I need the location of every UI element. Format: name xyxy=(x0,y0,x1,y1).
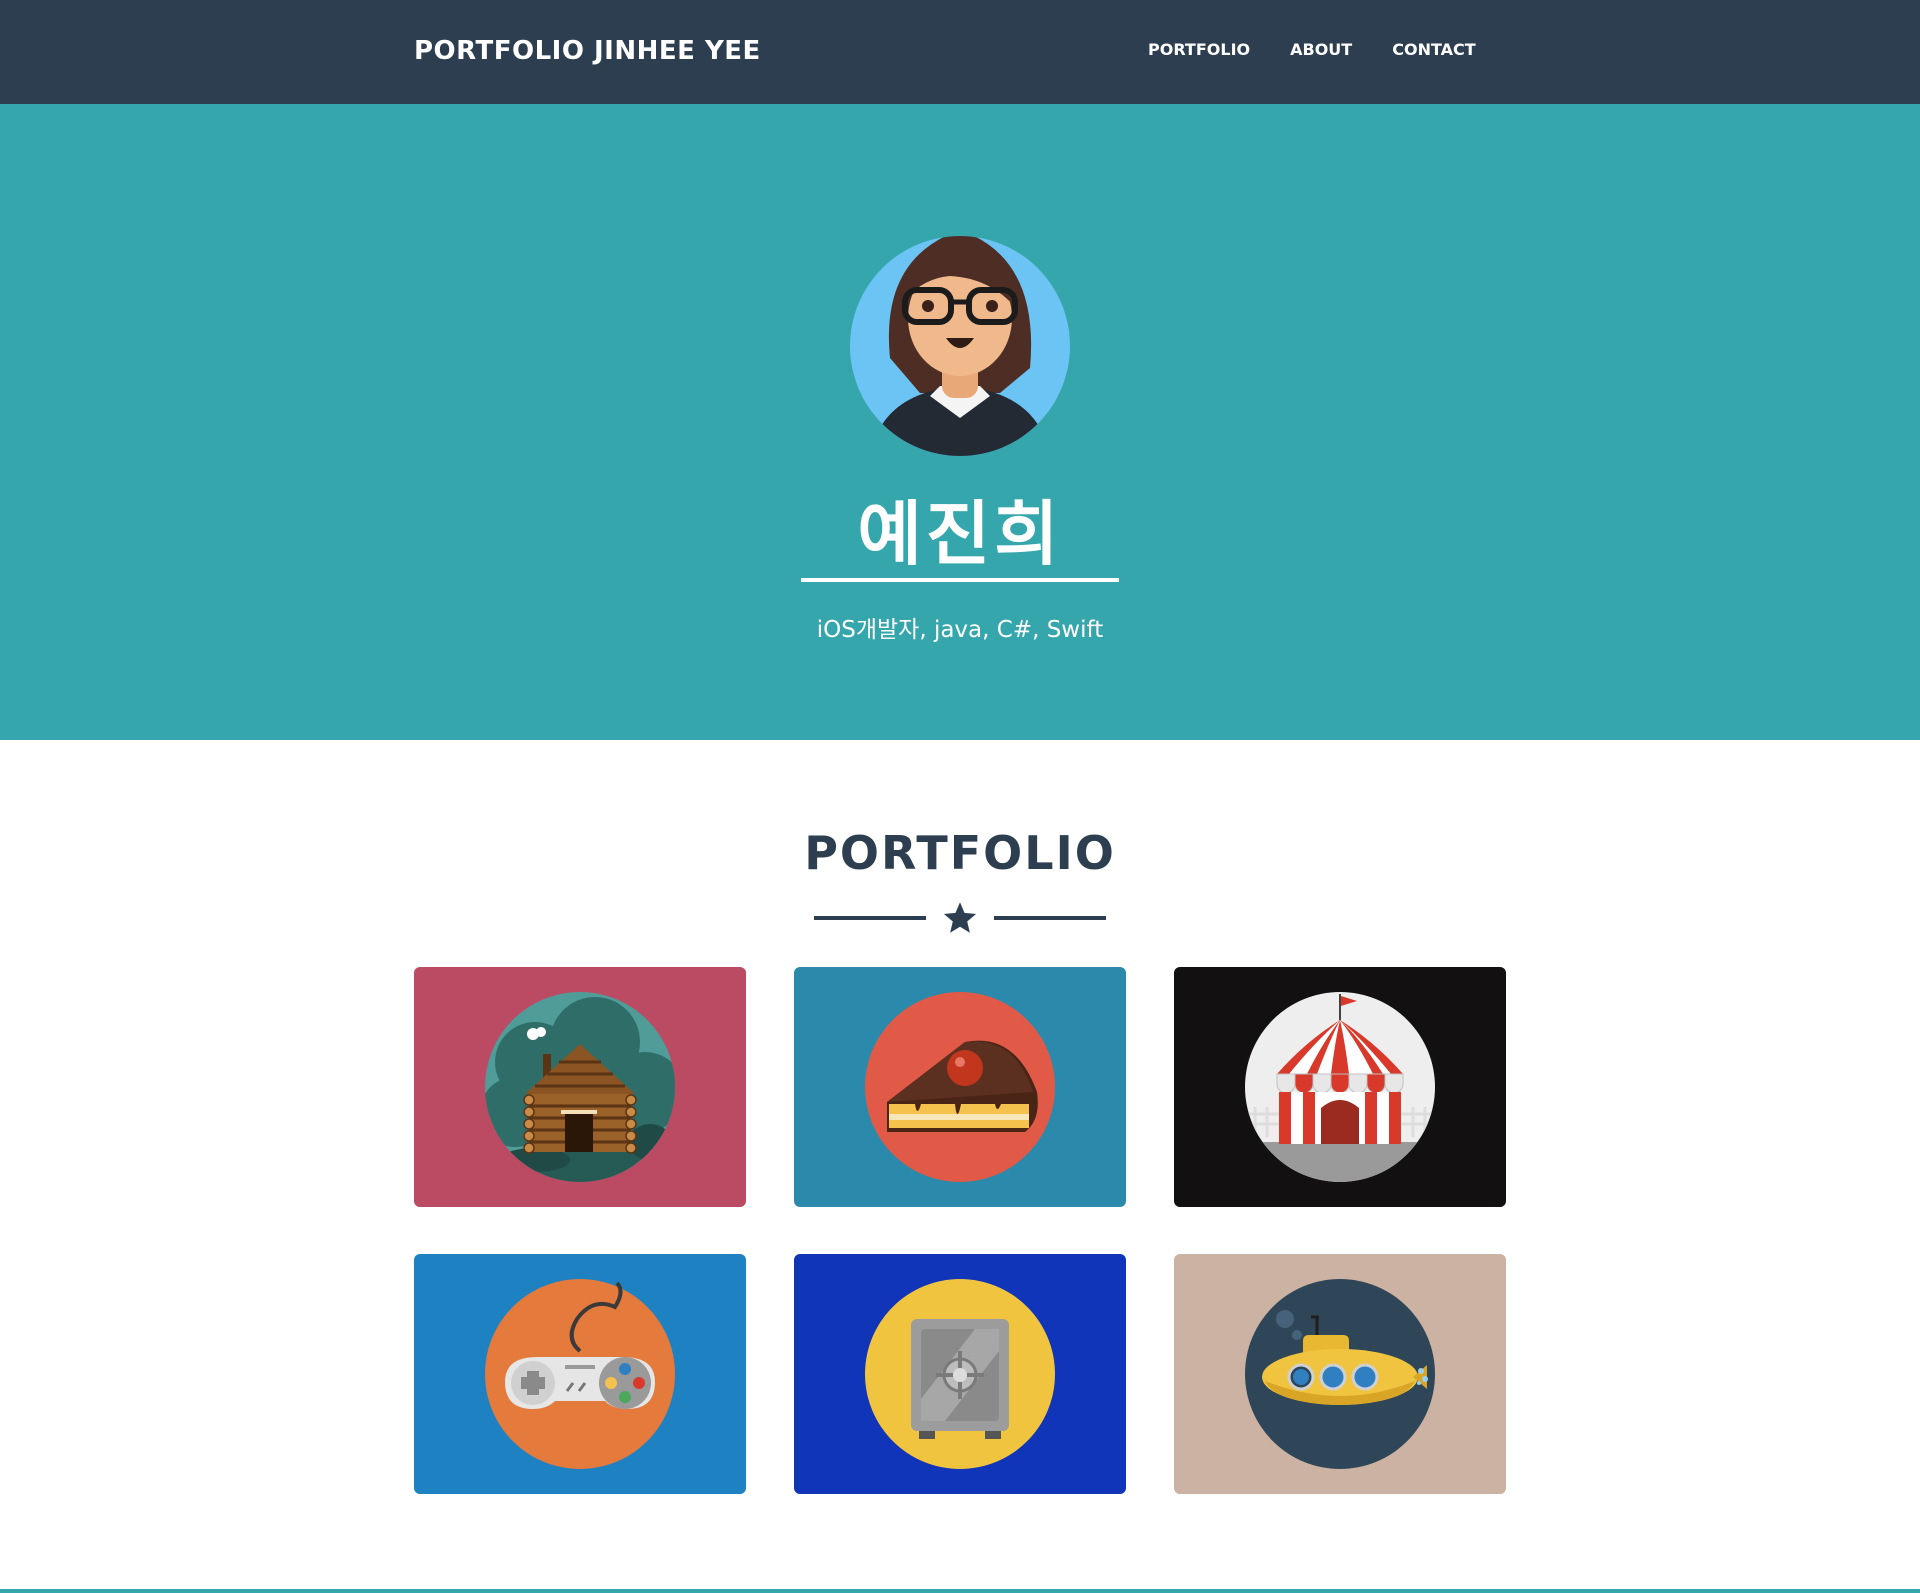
masthead-divider xyxy=(801,578,1119,582)
portfolio-item-cake[interactable] xyxy=(794,967,1126,1207)
female-developer-avatar-icon xyxy=(850,236,1070,456)
portfolio-item-safe[interactable] xyxy=(794,1254,1126,1494)
masthead: 예진희 iOS개발자, java, C#, Swift xyxy=(0,104,1920,740)
divider-line-left xyxy=(814,916,926,920)
portfolio-item-circus[interactable] xyxy=(1174,967,1506,1207)
safe-icon xyxy=(865,1279,1055,1469)
portfolio-item-game[interactable] xyxy=(414,1254,746,1494)
nav-link-portfolio[interactable]: PORTFOLIO xyxy=(1148,40,1250,59)
submarine-icon xyxy=(1245,1279,1435,1469)
portfolio-item-cabin[interactable] xyxy=(414,967,746,1207)
nav-links: PORTFOLIO ABOUT CONTACT xyxy=(1148,40,1516,59)
nav-link-contact[interactable]: CONTACT xyxy=(1392,40,1475,59)
star-icon xyxy=(943,902,977,933)
footer-border xyxy=(0,1589,1920,1593)
portfolio-heading: PORTFOLIO xyxy=(804,826,1116,880)
masthead-subtitle: iOS개발자, java, C#, Swift xyxy=(816,617,1104,643)
nav-link-about[interactable]: ABOUT xyxy=(1290,40,1352,59)
navbar: PORTFOLIO JINHEE YEE PORTFOLIO ABOUT CON… xyxy=(0,0,1920,104)
circus-tent-icon xyxy=(1245,992,1435,1182)
portfolio-item-submarine[interactable] xyxy=(1174,1254,1506,1494)
divider-line-right xyxy=(994,916,1106,920)
masthead-name: 예진희 xyxy=(857,493,1063,575)
game-controller-icon xyxy=(485,1279,675,1469)
log-cabin-icon xyxy=(485,992,675,1182)
brand-link[interactable]: PORTFOLIO JINHEE YEE xyxy=(414,36,761,66)
cake-slice-icon xyxy=(865,992,1055,1182)
